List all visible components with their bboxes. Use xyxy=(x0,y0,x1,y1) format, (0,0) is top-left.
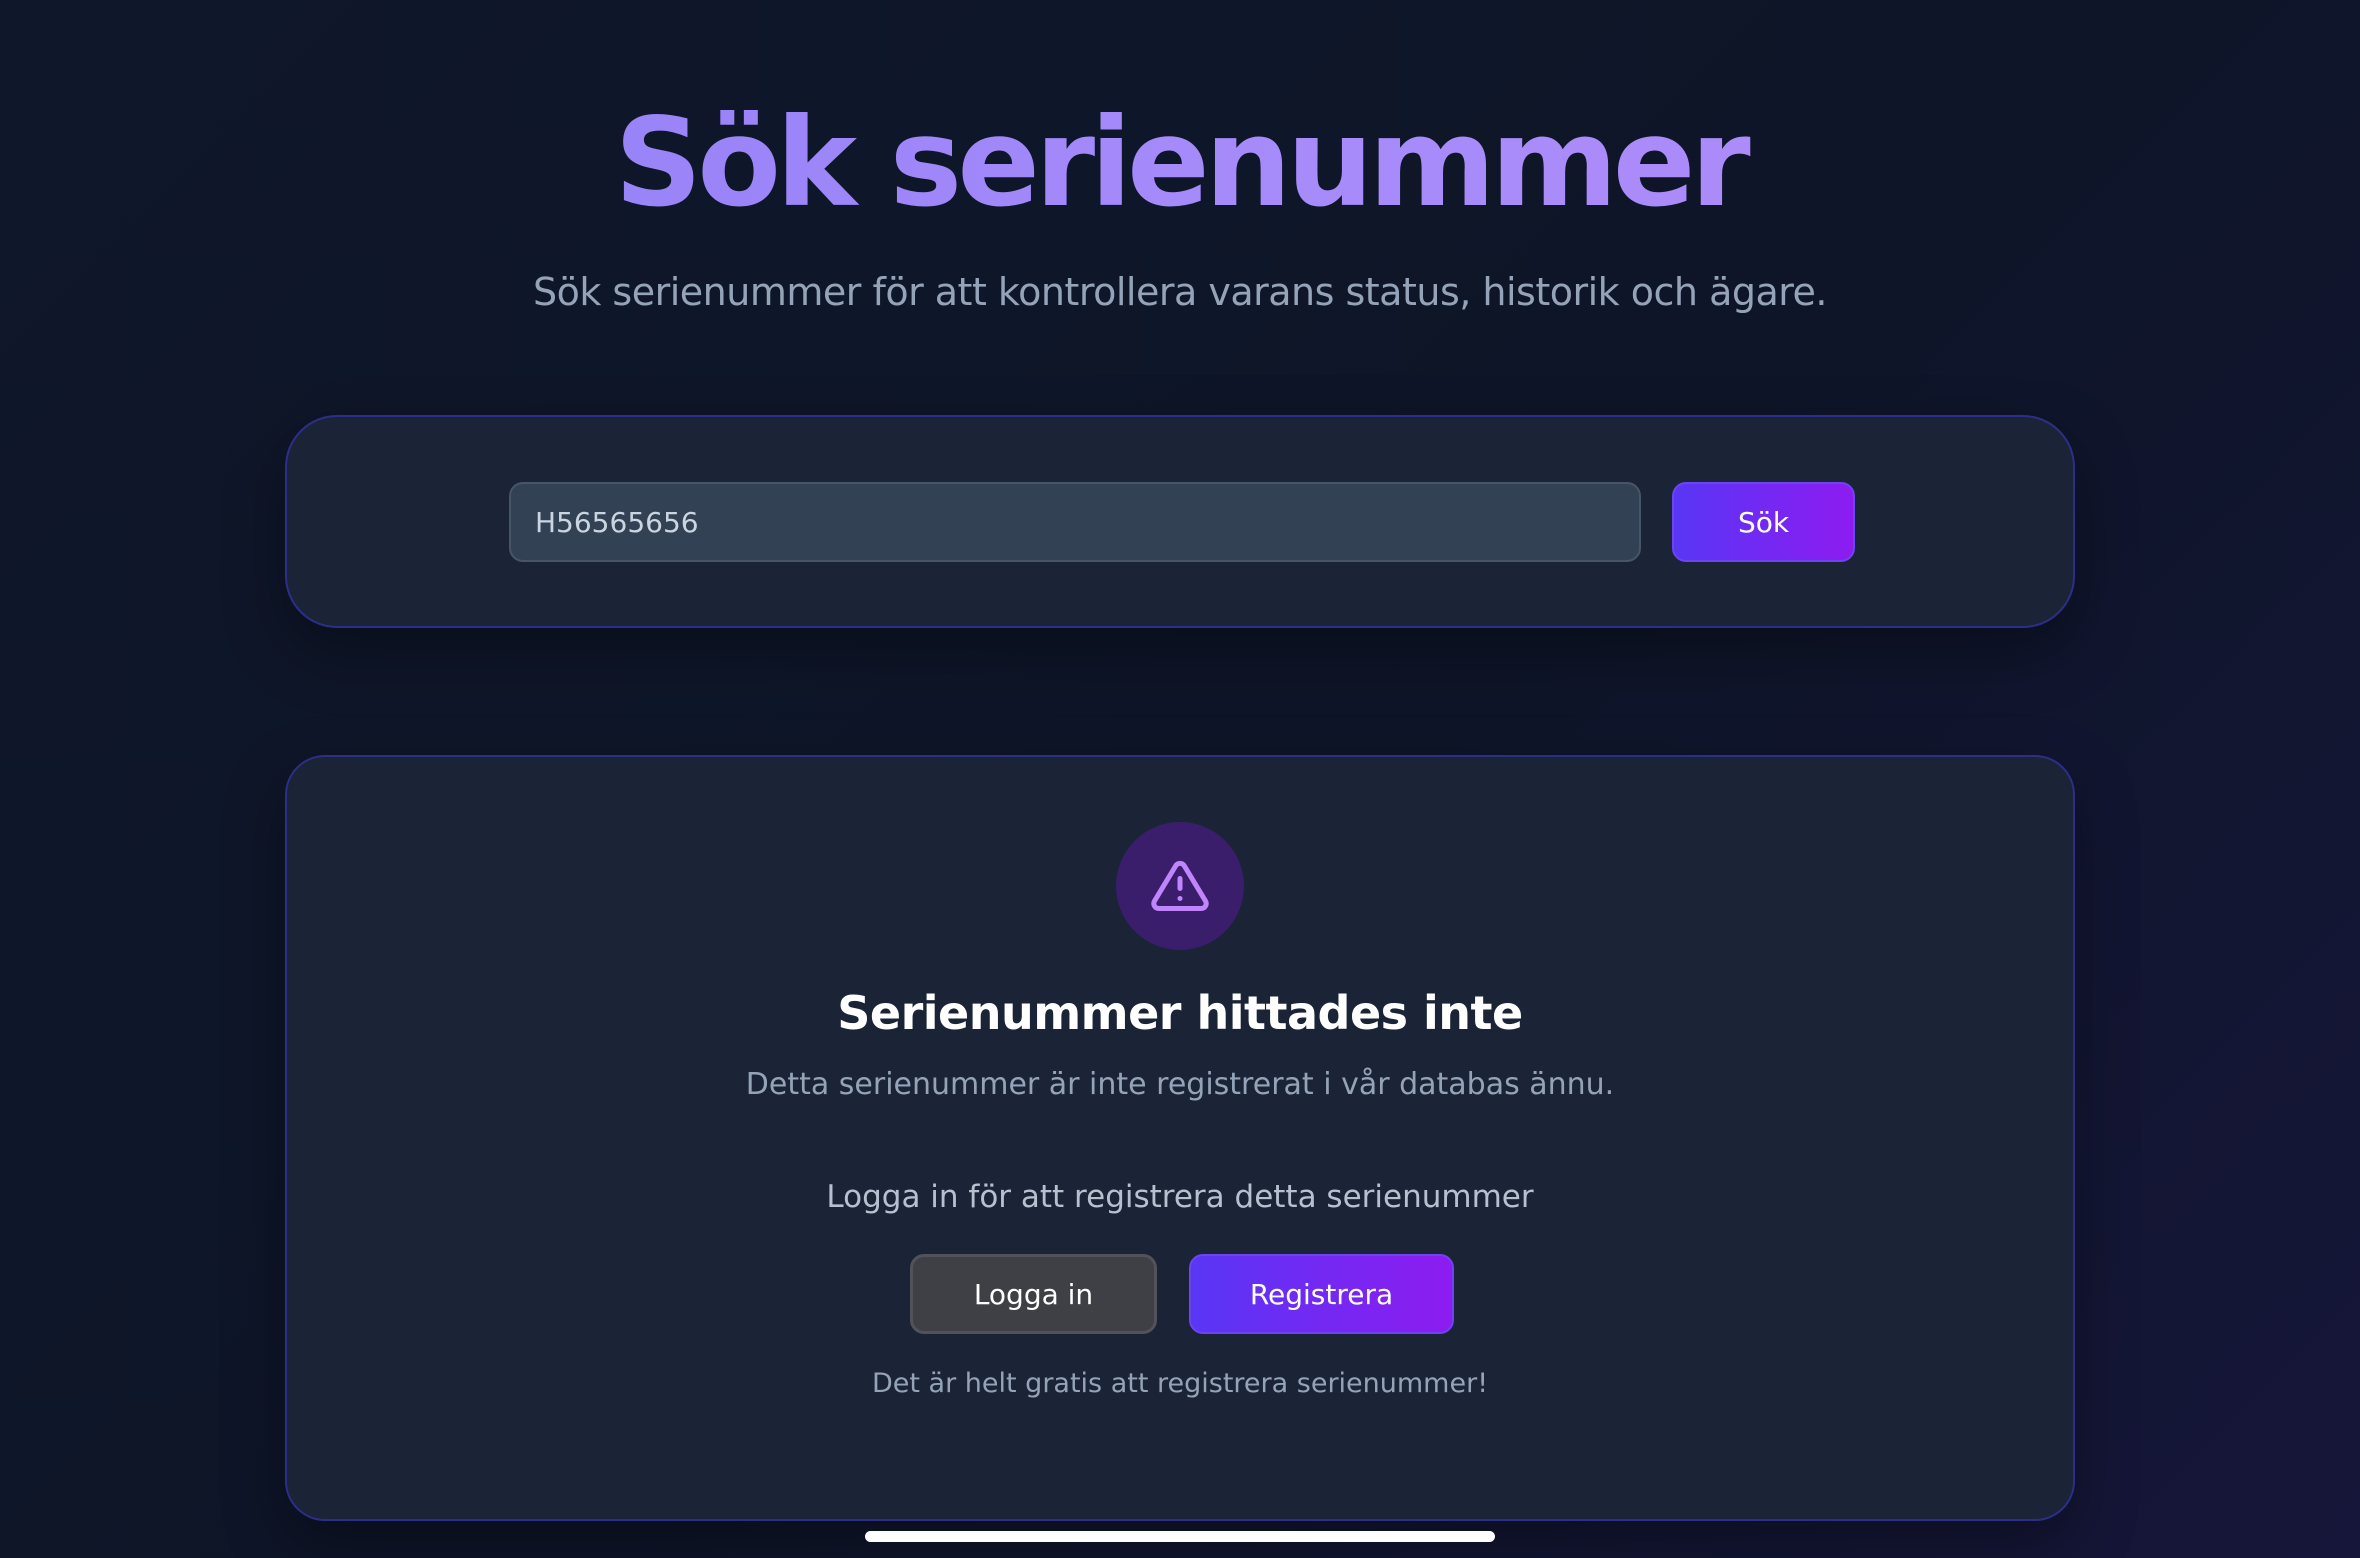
result-title: Serienummer hittades inte xyxy=(837,986,1523,1040)
page-subtitle: Sök serienummer för att kontrollera vara… xyxy=(532,270,1828,314)
search-input[interactable] xyxy=(509,482,1641,562)
free-registration-note: Det är helt gratis att registrera serien… xyxy=(871,1368,1489,1399)
register-button[interactable]: Registrera xyxy=(1189,1254,1454,1334)
search-button[interactable]: Sök xyxy=(1672,482,1855,562)
login-button[interactable]: Logga in xyxy=(910,1254,1157,1334)
home-indicator[interactable] xyxy=(865,1531,1495,1542)
warning-icon-badge xyxy=(1116,822,1244,950)
search-card: Sök xyxy=(285,415,2075,628)
login-prompt: Logga in för att registrera detta serien… xyxy=(826,1179,1534,1215)
page-title: Sök serienummer xyxy=(0,88,2360,238)
warning-triangle-icon xyxy=(1151,860,1209,911)
result-card: Serienummer hittades inte Detta serienum… xyxy=(285,755,2075,1521)
result-description: Detta serienummer är inte registrerat i … xyxy=(745,1067,1615,1102)
